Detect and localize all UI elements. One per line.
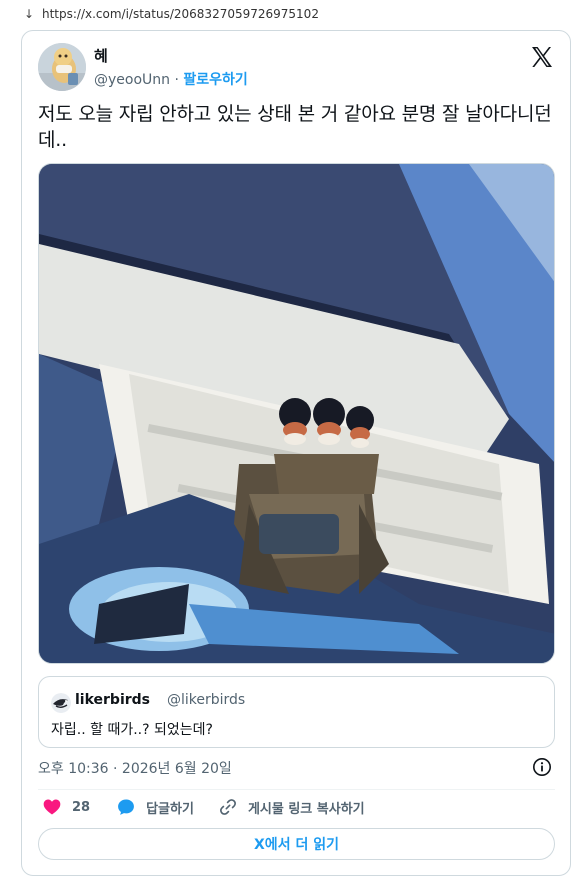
- link-icon: [219, 799, 236, 815]
- separator-dot: ·: [170, 72, 184, 88]
- tweet-text: 저도 오늘 자립 안하고 있는 상태 본 거 같아요 분명 잘 날아다니던데..: [38, 103, 552, 151]
- divider: [38, 789, 555, 790]
- follow-button[interactable]: 팔로우하기: [183, 72, 247, 88]
- author-name[interactable]: 혜: [94, 45, 108, 66]
- quoted-tweet[interactable]: likerbirds @likerbirds 자립.. 할 때가..? 되었는데…: [38, 676, 555, 748]
- author-handle[interactable]: @yeooUnn: [94, 72, 170, 88]
- url-text: https://x.com/i/status/20683270597269751…: [42, 7, 319, 21]
- reply-button[interactable]: 답글하기: [116, 797, 194, 817]
- reply-label: 답글하기: [146, 801, 194, 817]
- reply-bubble-icon: [118, 799, 135, 815]
- copy-link-label: 게시물 링크 복사하기: [247, 801, 365, 817]
- quoted-name: likerbirds: [75, 692, 151, 708]
- browser-url-bar[interactable]: ↓ https://x.com/i/status/206832705972697…: [0, 0, 576, 28]
- tweet-timestamp[interactable]: 오후 10:36 · 2026년 6월 20일: [38, 758, 232, 778]
- quoted-avatar: [51, 693, 71, 713]
- avatar-image: [38, 43, 86, 91]
- bird-avatar-image: [51, 693, 71, 713]
- quoted-text: 자립.. 할 때가..? 되었는데?: [51, 722, 213, 738]
- action-bar: 28 답글하기 게시물 링크 복사하기: [38, 795, 365, 819]
- like-button[interactable]: 28: [42, 797, 90, 817]
- download-arrow-icon: ↓: [24, 7, 35, 21]
- swallow-nest-photo: [39, 164, 554, 663]
- read-more-button[interactable]: X에서 더 읽기: [38, 828, 555, 860]
- like-count: 28: [72, 799, 91, 815]
- tweet-card: 혜 @yeooUnn · 팔로우하기 저도 오늘 자립 안하고 있는 상태 본 …: [21, 30, 571, 876]
- quoted-handle: @likerbirds: [167, 692, 246, 708]
- copy-link-button[interactable]: 게시물 링크 복사하기: [218, 797, 365, 817]
- tweet-media-photo[interactable]: [38, 163, 555, 664]
- info-icon[interactable]: [532, 757, 552, 777]
- author-avatar[interactable]: [38, 43, 86, 91]
- author-handle-line: @yeooUnn · 팔로우하기: [94, 69, 248, 89]
- x-logo-icon[interactable]: [530, 45, 554, 69]
- heart-icon: [43, 799, 61, 815]
